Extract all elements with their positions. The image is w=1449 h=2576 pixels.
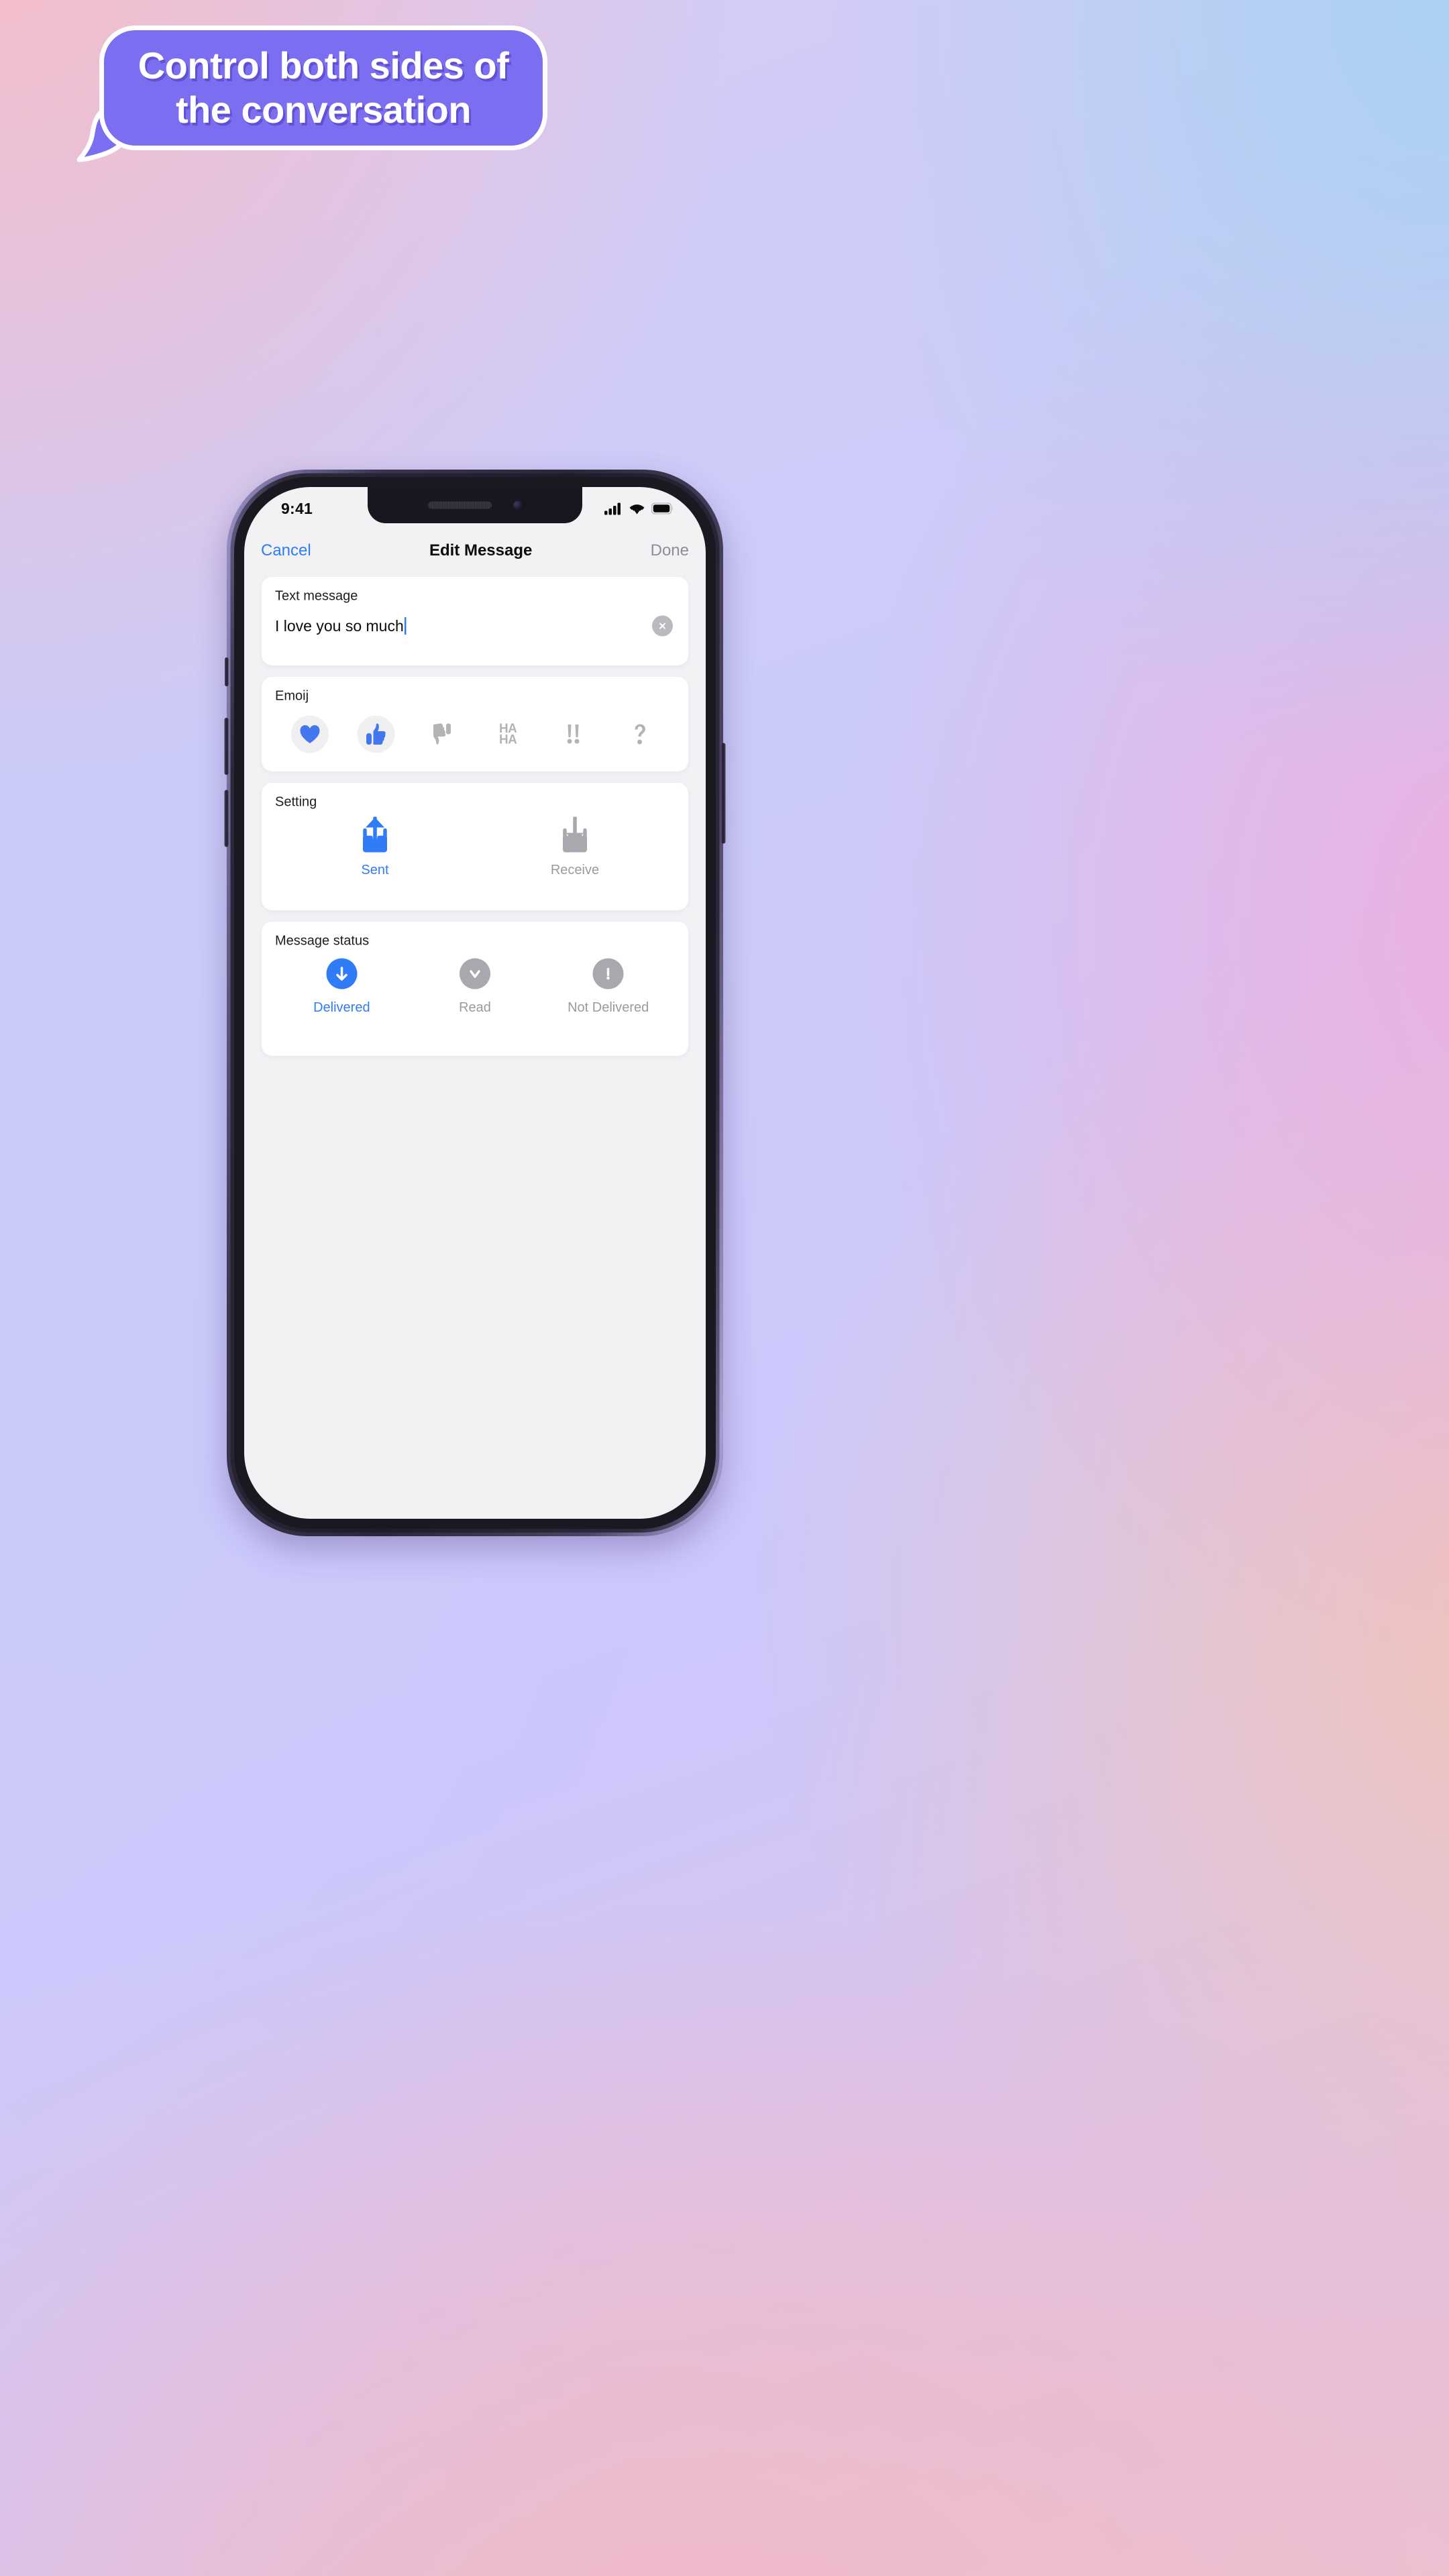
setting-sent-label: Sent xyxy=(361,862,389,877)
emoji-card: Emoij HA HA xyxy=(262,677,688,771)
emoji-thumbs-down-button[interactable] xyxy=(423,716,461,753)
emoji-label: Emoij xyxy=(275,688,309,703)
navigation-bar: Cancel Edit Message Done xyxy=(244,523,706,577)
chevron-down-icon xyxy=(470,970,480,978)
earpiece-speaker-icon xyxy=(428,501,492,509)
text-message-value: I love you so much xyxy=(275,617,404,635)
phone-notch xyxy=(368,487,582,523)
emoji-option-question[interactable] xyxy=(607,716,673,753)
message-status-options-row: Delivered Read Not Delivered xyxy=(275,958,675,1016)
page-title: Edit Message xyxy=(429,541,533,559)
promo-line-2: the conversation xyxy=(175,89,472,131)
text-message-input[interactable]: I love you so much xyxy=(275,617,407,635)
setting-receive-label: Receive xyxy=(550,862,600,877)
heart-icon xyxy=(300,725,320,743)
status-bar-icons xyxy=(604,502,674,515)
emoji-options-row: HA HA xyxy=(275,715,675,753)
setting-option-sent[interactable]: Sent xyxy=(275,816,475,878)
status-read-label: Read xyxy=(459,1000,491,1015)
status-bar-time: 9:41 xyxy=(281,500,313,517)
emoji-haha-button[interactable]: HA HA xyxy=(489,716,527,753)
cancel-button[interactable]: Cancel xyxy=(261,541,311,559)
status-delivered-label: Delivered xyxy=(313,1000,370,1015)
emoji-option-exclamation[interactable] xyxy=(541,716,606,753)
tray-arrow-up-icon xyxy=(363,816,387,853)
mute-switch-button[interactable] xyxy=(225,657,229,686)
background-gradient xyxy=(0,0,1449,2576)
status-option-not-delivered[interactable]: Not Delivered xyxy=(541,958,675,1016)
close-icon xyxy=(659,623,665,629)
setting-label: Setting xyxy=(275,794,317,809)
setting-options-row: Sent Receive xyxy=(275,816,675,878)
double-exclamation-icon xyxy=(567,724,580,744)
front-camera-icon xyxy=(513,500,522,510)
power-button[interactable] xyxy=(721,743,726,844)
read-icon-circle xyxy=(459,958,490,989)
message-status-label: Message status xyxy=(275,933,370,948)
cellular-signal-icon xyxy=(604,502,621,515)
phone-screen: 9:41 Cancel Edit Message Done Text messa… xyxy=(244,487,706,1519)
delivered-icon-circle xyxy=(326,958,358,989)
question-mark-icon xyxy=(635,724,645,745)
status-option-delivered[interactable]: Delivered xyxy=(275,958,409,1016)
exclamation-icon xyxy=(606,967,610,980)
promo-text: Control both sides of the conversation xyxy=(99,25,547,150)
volume-up-button[interactable] xyxy=(224,718,229,775)
status-not-delivered-label: Not Delivered xyxy=(568,1000,649,1015)
emoji-option-thumbs-up[interactable] xyxy=(343,715,409,753)
gradient-layer xyxy=(0,0,1449,2576)
wifi-icon xyxy=(629,504,645,515)
done-button[interactable]: Done xyxy=(651,541,689,559)
promo-speech-bubble: Control both sides of the conversation xyxy=(76,25,547,162)
text-cursor xyxy=(404,617,407,635)
message-status-card: Message status Delivered Read Not Delive… xyxy=(262,922,688,1056)
emoji-exclamation-button[interactable] xyxy=(555,716,593,753)
arrow-down-icon xyxy=(336,967,347,981)
battery-icon xyxy=(651,502,673,515)
tray-arrow-down-icon xyxy=(563,816,587,853)
text-message-label: Text message xyxy=(275,588,358,603)
phone-mockup: 9:41 Cancel Edit Message Done Text messa… xyxy=(224,470,726,1536)
clear-text-button[interactable] xyxy=(652,615,673,637)
status-option-read[interactable]: Read xyxy=(409,958,542,1016)
emoji-option-thumbs-down[interactable] xyxy=(409,716,475,753)
volume-down-button[interactable] xyxy=(224,790,229,847)
emoji-heart-button[interactable] xyxy=(291,715,329,753)
not-delivered-icon-circle xyxy=(592,958,624,989)
setting-option-receive[interactable]: Receive xyxy=(475,816,675,878)
promo-line-1: Control both sides of xyxy=(138,44,509,87)
text-message-input-row[interactable]: I love you so much xyxy=(275,615,675,637)
text-message-card: Text message I love you so much xyxy=(262,577,688,665)
emoji-question-button[interactable] xyxy=(621,716,659,753)
thumbs-up-icon xyxy=(366,723,386,745)
settings-content: Text message I love you so much Emoij HA… xyxy=(244,577,706,1519)
emoji-option-heart[interactable] xyxy=(277,715,343,753)
emoji-thumbs-up-button[interactable] xyxy=(357,715,395,753)
thumbs-down-icon xyxy=(433,723,451,745)
emoji-haha-label: HA HA xyxy=(498,721,517,747)
emoji-option-haha[interactable]: HA HA xyxy=(475,716,541,753)
setting-card: Setting Sent Receive xyxy=(262,783,688,910)
